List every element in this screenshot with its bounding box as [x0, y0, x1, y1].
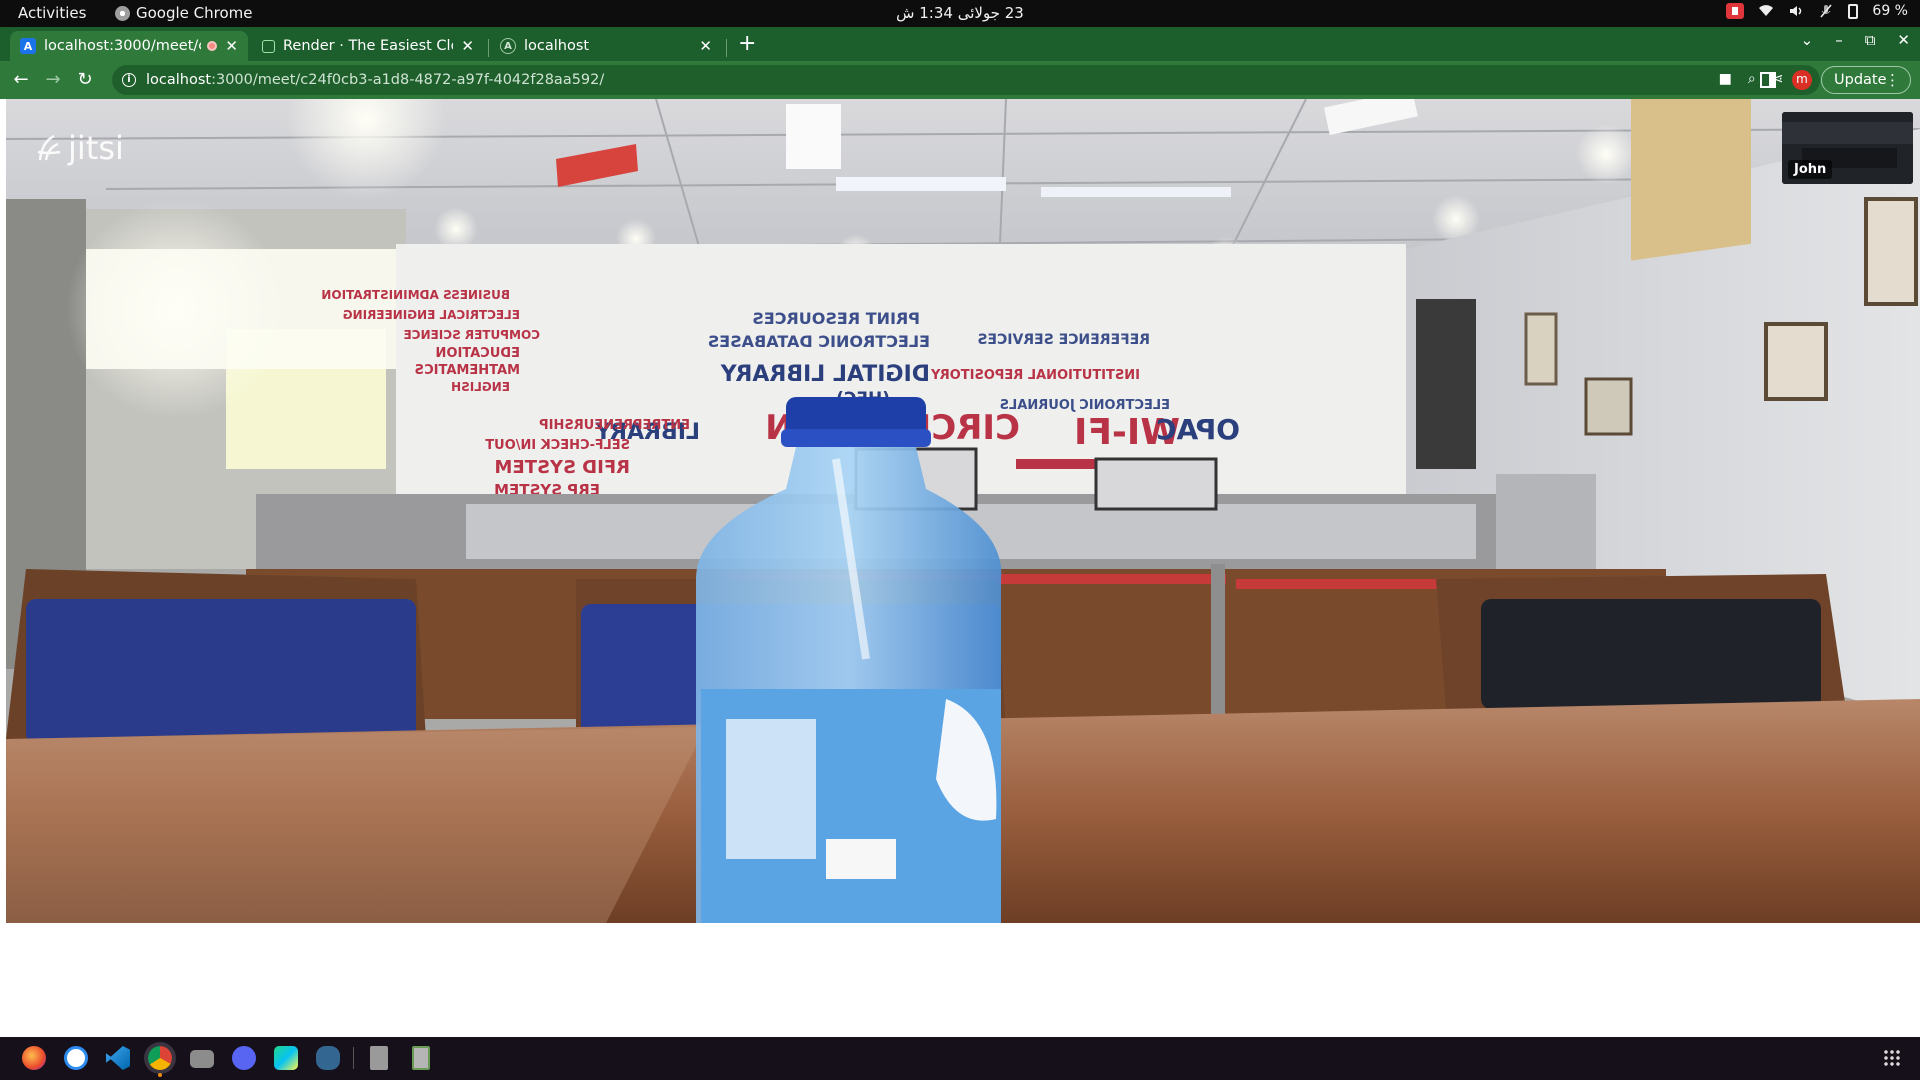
activities-button[interactable]: Activities: [18, 4, 86, 22]
profile-avatar[interactable]: m: [1792, 70, 1812, 90]
svg-text:SELF-CHECK IN/OUT: SELF-CHECK IN/OUT: [485, 438, 630, 453]
svg-text:COMPUTER SCIENCE: COMPUTER SCIENCE: [404, 328, 540, 342]
mic-muted-icon: [1820, 4, 1832, 18]
url-host: localhost: [146, 72, 212, 88]
svg-text:ELECTRONIC JOURNALS: ELECTRONIC JOURNALS: [1000, 398, 1170, 413]
chrome-icon: [115, 5, 130, 21]
tab-strip: A localhost:3000/meet/c ✕ Render · The E…: [0, 27, 1920, 61]
tab-separator: [726, 39, 727, 57]
back-arrow-icon[interactable]: ←: [9, 68, 33, 92]
jitsi-logo-icon: [37, 134, 61, 161]
forward-arrow-icon[interactable]: →: [41, 68, 65, 92]
site-info-icon[interactable]: i: [122, 73, 136, 87]
files-icon[interactable]: [190, 1050, 214, 1068]
svg-text:ELECTRICAL ENGINEERING: ELECTRICAL ENGINEERING: [343, 308, 520, 322]
tab-separator: [488, 39, 489, 57]
tab-search-icon[interactable]: ⌄: [1801, 31, 1814, 49]
dock-separator: [353, 1047, 354, 1069]
participant-name: John: [1788, 160, 1833, 179]
side-panel-icon[interactable]: [1760, 72, 1776, 88]
recording-indicator-icon: [207, 41, 218, 51]
firefox-icon[interactable]: [22, 1046, 46, 1070]
svg-text:ENGLISH: ENGLISH: [451, 380, 510, 394]
close-window-icon[interactable]: ✕: [1897, 31, 1910, 49]
update-label: Update: [1834, 72, 1887, 88]
close-icon[interactable]: ✕: [461, 37, 474, 55]
system-top-bar: Activities Google Chrome 23 جولائی 1:34 …: [0, 0, 1920, 27]
restore-icon[interactable]: ⧉: [1865, 31, 1876, 49]
render-favicon-icon: [262, 39, 275, 53]
tab-localhost[interactable]: A localhost ✕: [490, 31, 722, 61]
svg-text:RFID SYSTEM: RFID SYSTEM: [494, 457, 630, 478]
tab-title: Render · The Easiest Clou: [283, 38, 454, 54]
menu-dots-icon[interactable]: ⋮: [1885, 71, 1900, 89]
jitsi-logo-text: jitsi: [68, 129, 124, 167]
jitsi-favicon-icon: A: [20, 38, 36, 54]
new-tab-button[interactable]: +: [738, 31, 756, 56]
app-menu[interactable]: Google Chrome: [115, 4, 253, 22]
tab-render[interactable]: Render · The Easiest Clou ✕: [252, 31, 484, 61]
svg-text:DIGITAL LIBRARY: DIGITAL LIBRARY: [720, 362, 930, 387]
clock[interactable]: 23 جولائی 1:34 ش: [0, 4, 1920, 22]
webstorm-icon[interactable]: [274, 1046, 298, 1070]
discord-icon[interactable]: [232, 1046, 256, 1070]
wifi-icon: [1759, 5, 1774, 16]
chrome-icon[interactable]: [148, 1046, 172, 1070]
minimize-icon[interactable]: –: [1835, 31, 1843, 49]
trash-icon[interactable]: [412, 1046, 430, 1070]
tab-title: localhost:3000/meet/c: [44, 38, 202, 54]
vscode-icon[interactable]: [106, 1046, 130, 1070]
tab-meeting[interactable]: A localhost:3000/meet/c ✕: [10, 31, 248, 61]
app-name-label: Google Chrome: [136, 4, 253, 22]
address-bar[interactable]: i localhost:3000/meet/c24f0cb3-a1d8-4872…: [112, 65, 1820, 95]
document-icon[interactable]: [370, 1046, 388, 1070]
screen-record-icon[interactable]: [1726, 3, 1745, 19]
localhost-favicon-icon: A: [500, 38, 516, 54]
battery-percentage: 69 %: [1872, 3, 1908, 19]
svg-text:ELECTRONIC DATABASES: ELECTRONIC DATABASES: [708, 332, 930, 351]
battery-icon: [1848, 3, 1859, 19]
svg-text:MATHEMATICS: MATHEMATICS: [415, 363, 520, 378]
svg-text:BUSINESS ADMINISTRATION: BUSINESS ADMINISTRATION: [321, 288, 510, 302]
reload-icon[interactable]: ↻: [73, 68, 97, 92]
show-apps-icon[interactable]: [1883, 1049, 1901, 1067]
camera-in-use-icon[interactable]: ■: [1719, 71, 1732, 87]
tab-title: localhost: [524, 38, 590, 54]
postgres-icon[interactable]: [316, 1046, 340, 1070]
svg-text:EDUCATION: EDUCATION: [436, 346, 520, 361]
volume-icon: [1790, 6, 1802, 16]
update-button[interactable]: Update ⋮: [1821, 66, 1911, 94]
url-path: :3000/meet/c24f0cb3-a1d8-4872-a97f-4042f…: [211, 72, 605, 88]
svg-text:INSTITUTIONAL REPOSITORY: INSTITUTIONAL REPOSITORY: [930, 368, 1140, 383]
camera-feed-image: PRINT RESOURCES ELECTRONIC DATABASES DIG…: [6, 99, 1920, 923]
system-tray[interactable]: 69 %: [1726, 3, 1908, 19]
svg-text:OPAC: OPAC: [1156, 413, 1240, 446]
page-content: PRINT RESOURCES ELECTRONIC DATABASES DIG…: [0, 99, 1920, 1037]
app-store-icon[interactable]: [64, 1046, 88, 1070]
large-video[interactable]: PRINT RESOURCES ELECTRONIC DATABASES DIG…: [6, 99, 1920, 923]
browser-toolbar: ← → ↻ i localhost:3000/meet/c24f0cb3-a1d…: [0, 61, 1920, 99]
svg-text:ENTREPRENEURSHIP: ENTREPRENEURSHIP: [539, 418, 690, 433]
active-indicator: [158, 1073, 162, 1077]
close-icon[interactable]: ✕: [699, 37, 712, 55]
dock: [0, 1037, 1920, 1080]
close-icon[interactable]: ✕: [225, 37, 238, 55]
participant-thumbnail[interactable]: John: [1782, 112, 1913, 184]
window-controls: ⌄ – ⧉ ✕: [1801, 31, 1910, 49]
svg-text:REFERENCE SERVICES: REFERENCE SERVICES: [977, 332, 1150, 348]
svg-text:PRINT RESOURCES: PRINT RESOURCES: [752, 309, 920, 328]
zoom-icon[interactable]: ⌕: [1748, 71, 1756, 87]
jitsi-logo[interactable]: jitsi: [36, 129, 124, 167]
